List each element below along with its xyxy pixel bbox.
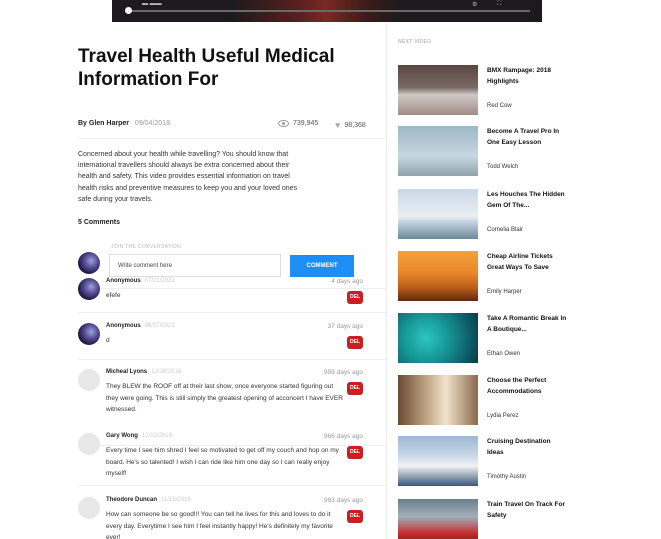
video-progress-handle[interactable] (125, 7, 132, 14)
likes-count: 98,368 (344, 121, 366, 129)
time-icon: ▬ ▬▬ (142, 1, 162, 7)
delete-comment-button[interactable]: DEL (347, 291, 363, 304)
video-thumbnail[interactable] (398, 126, 478, 176)
comment-age: 37 days ago (327, 323, 363, 330)
video-author[interactable]: Emily Harper (487, 289, 522, 295)
comment-text: efefe (106, 292, 121, 299)
heart-icon[interactable]: ♥ (335, 120, 340, 130)
video-title[interactable]: Choose the Perfect Accommodations (487, 376, 567, 397)
video-card[interactable]: Take A Romantic Break In A Boutique... E… (398, 313, 578, 363)
avatar (78, 369, 100, 391)
comment-author: Theodore Duncan (106, 497, 158, 503)
video-title[interactable]: BMX Rampage: 2018 Highlights (487, 66, 567, 87)
video-thumbnail[interactable] (398, 189, 478, 239)
video-author[interactable]: Ethan Owen (487, 351, 520, 357)
settings-icon[interactable]: ⚙ (472, 1, 477, 8)
avatar (78, 323, 100, 345)
article-meta: By Glen Harper 09/04/2018 739,945 ♥ 98,3… (78, 120, 373, 132)
divider (78, 485, 386, 486)
comment-date: 11/15/2018 (161, 497, 191, 503)
divider (78, 312, 386, 313)
video-author[interactable]: Red Cow (487, 103, 512, 109)
join-conversation-label: JOIN THE CONVERSATION (111, 244, 182, 250)
comment-date: 12/12/2018 (141, 433, 172, 439)
divider (78, 359, 386, 360)
delete-comment-button[interactable]: DEL (347, 510, 363, 523)
comment-input[interactable]: Write comment here (109, 254, 281, 277)
video-card[interactable]: Les Houches The Hidden Gem Of The... Cor… (398, 189, 578, 239)
comment-author: Anonymous (106, 323, 141, 329)
video-title[interactable]: Become A Travel Pro In One Easy Lesson (487, 127, 567, 148)
video-author[interactable]: Todd Welch (487, 164, 518, 170)
comment-author: Gary Wong (106, 433, 138, 439)
avatar (78, 252, 100, 274)
article-description: Concerned about your health while travel… (78, 151, 298, 203)
video-card[interactable]: BMX Rampage: 2018 Highlights Red Cow (398, 65, 578, 115)
comment-text: They BLEW the ROOF off at their last sho… (106, 383, 343, 413)
comment-author: Micheal Lyons (106, 369, 148, 375)
comment-age: 4 days ago (331, 278, 363, 285)
comment-text: Every time I see him shred I feel so mot… (106, 447, 339, 477)
video-title[interactable]: Take A Romantic Break In A Boutique... (487, 314, 567, 335)
video-thumbnail[interactable] (398, 436, 478, 486)
comment-text: How can someone be so good!!! You can te… (106, 511, 333, 539)
comment-date: 12/18/2018 (151, 369, 182, 375)
video-thumbnail[interactable] (398, 313, 478, 363)
comment-age: 993 days ago (323, 497, 363, 504)
views-count: 739,945 (293, 120, 319, 127)
sidebar-heading: NEXT VIDEO (398, 39, 432, 45)
video-player[interactable]: ▬ ▬▬ ⚙ ⛶ (112, 0, 542, 22)
avatar (78, 497, 100, 519)
divider (78, 288, 386, 289)
column-divider (386, 22, 387, 539)
author-link[interactable]: By Glen Harper (78, 120, 129, 127)
video-thumbnail[interactable] (398, 499, 478, 539)
video-title[interactable]: Cheap Airline Tickets Great Ways To Save (487, 252, 567, 273)
views-stat: 739,945 (278, 120, 318, 127)
delete-comment-button[interactable]: DEL (347, 382, 363, 395)
eye-icon (278, 120, 289, 127)
divider (78, 138, 386, 139)
video-card[interactable]: Cruising Destination Ideas Timothy Austi… (398, 436, 578, 486)
comment-text: d (106, 337, 110, 344)
video-author[interactable]: Cornelia Blair (487, 227, 523, 233)
fullscreen-icon[interactable]: ⛶ (497, 1, 501, 8)
comment-submit-button[interactable]: COMMENT (290, 255, 354, 277)
comment-date: 07/21/2021 (144, 278, 175, 284)
comment-count: 5 Comments (78, 219, 121, 226)
delete-comment-button[interactable]: DEL (347, 446, 363, 459)
comment-date: 06/27/2021 (144, 323, 175, 329)
video-title[interactable]: Les Houches The Hidden Gem Of The... (487, 190, 567, 211)
delete-comment-button[interactable]: DEL (347, 336, 363, 349)
publish-date: 09/04/2018 (134, 120, 170, 127)
video-author[interactable]: Timothy Austin (487, 474, 526, 480)
video-card[interactable]: Choose the Perfect Accommodations Lydia … (398, 375, 578, 425)
comment-age: 966 days ago (323, 433, 363, 440)
likes-stat[interactable]: ♥ 98,368 (335, 120, 366, 130)
video-author[interactable]: Lydia Perez (487, 413, 518, 419)
avatar (78, 278, 100, 300)
video-title[interactable]: Train Travel On Track For Safety (487, 500, 567, 521)
video-card[interactable]: Become A Travel Pro In One Easy Lesson T… (398, 126, 578, 176)
video-thumbnail[interactable] (398, 251, 478, 301)
page-title: Travel Health Useful Medical Information… (78, 46, 335, 90)
video-title[interactable]: Cruising Destination Ideas (487, 437, 567, 458)
video-thumbnail[interactable] (398, 375, 478, 425)
video-card[interactable]: Cheap Airline Tickets Great Ways To Save… (398, 251, 578, 301)
comment-age: 959 days ago (323, 369, 363, 376)
video-progress-track[interactable] (128, 10, 530, 12)
video-thumbnail[interactable] (398, 65, 478, 115)
avatar (78, 433, 100, 455)
comment-author: Anonymous (106, 278, 141, 284)
video-card[interactable]: Train Travel On Track For Safety (398, 499, 578, 539)
